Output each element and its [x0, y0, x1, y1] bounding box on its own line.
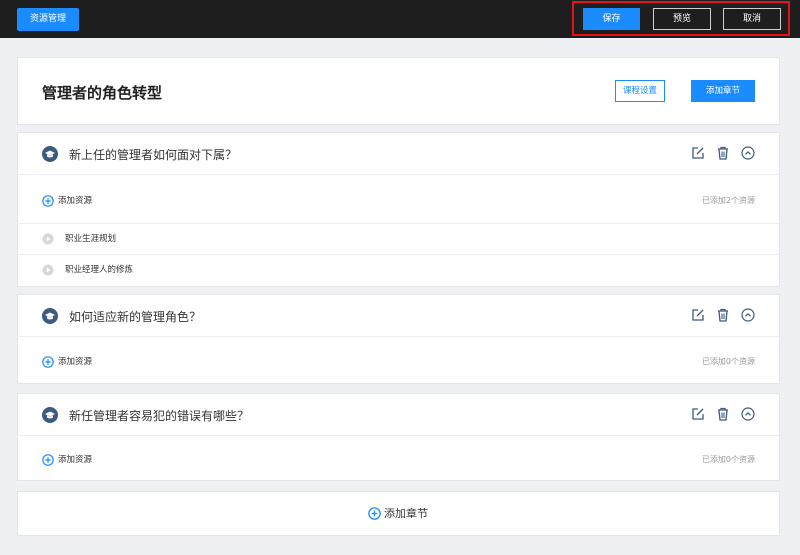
chapter-card: 新任管理者容易犯的错误有哪些？ 添加资源 已添加0个资源 [17, 393, 780, 481]
graduation-cap-icon [42, 407, 58, 423]
play-circle-icon [42, 264, 54, 276]
chapter-title: 如何适应新的管理角色？ [69, 310, 202, 324]
chapter-header: 新上任的管理者如何面对下属？ [18, 133, 779, 175]
resource-count: 已添加0个资源 [701, 455, 755, 464]
chevron-up-circle-icon[interactable] [741, 146, 755, 160]
chapter-header: 新任管理者容易犯的错误有哪些？ [18, 394, 779, 436]
list-item[interactable]: 职业生涯规划 [18, 223, 779, 254]
chapter-title: 新上任的管理者如何面对下属？ [69, 148, 238, 162]
chapter-header: 如何适应新的管理角色？ [18, 295, 779, 337]
trash-icon[interactable] [716, 146, 730, 160]
footer-add-chapter-card: 添加章节 [17, 491, 780, 536]
add-chapter-button[interactable]: 添加章节 [691, 80, 755, 102]
graduation-cap-icon [42, 146, 58, 162]
chapter-title: 新任管理者容易犯的错误有哪些？ [69, 409, 250, 423]
plus-circle-icon [42, 195, 54, 207]
edit-icon[interactable] [691, 146, 705, 160]
add-resource-label: 添加资源 [58, 357, 93, 367]
trash-icon[interactable] [716, 407, 730, 421]
edit-icon[interactable] [691, 308, 705, 322]
add-resource-label: 添加资源 [58, 196, 93, 206]
plus-circle-icon [42, 356, 54, 368]
course-title: 管理者的角色转型 [42, 84, 163, 102]
graduation-cap-icon [42, 308, 58, 324]
plus-circle-icon [42, 454, 54, 466]
trash-icon[interactable] [716, 308, 730, 322]
chapter-card: 如何适应新的管理角色？ 添加资源 已添加0个资源 [17, 294, 780, 384]
resource-name: 职业经理人的修炼 [65, 265, 134, 275]
add-resource-row: 添加资源 已添加0个资源 [18, 438, 779, 482]
add-resource-row: 添加资源 已添加2个资源 [18, 179, 779, 223]
plus-circle-icon [368, 507, 381, 520]
add-resource-row: 添加资源 已添加0个资源 [18, 340, 779, 384]
chevron-up-circle-icon[interactable] [741, 407, 755, 421]
course-settings-button[interactable]: 课程设置 [615, 80, 665, 102]
add-resource-label: 添加资源 [58, 455, 93, 465]
chevron-up-circle-icon[interactable] [741, 308, 755, 322]
resource-count: 已添加0个资源 [701, 357, 755, 366]
edit-icon[interactable] [691, 407, 705, 421]
chapter-card: 新上任的管理者如何面对下属？ 添加资源 已添加2个资源 职业生涯规划 职业经理人… [17, 132, 780, 287]
resource-manage-button[interactable]: 资源管理 [17, 8, 79, 31]
list-item[interactable]: 职业经理人的修炼 [18, 254, 779, 285]
preview-button[interactable]: 预览 [653, 8, 711, 30]
course-header-card: 管理者的角色转型 课程设置 添加章节 [17, 57, 780, 125]
resource-name: 职业生涯规划 [65, 234, 117, 244]
top-bar: 资源管理 保存 预览 取消 [0, 0, 800, 38]
footer-add-chapter-label: 添加章节 [384, 507, 428, 520]
save-button[interactable]: 保存 [583, 8, 640, 30]
resource-count: 已添加2个资源 [701, 196, 755, 205]
cancel-button[interactable]: 取消 [723, 8, 781, 30]
play-circle-icon [42, 233, 54, 245]
